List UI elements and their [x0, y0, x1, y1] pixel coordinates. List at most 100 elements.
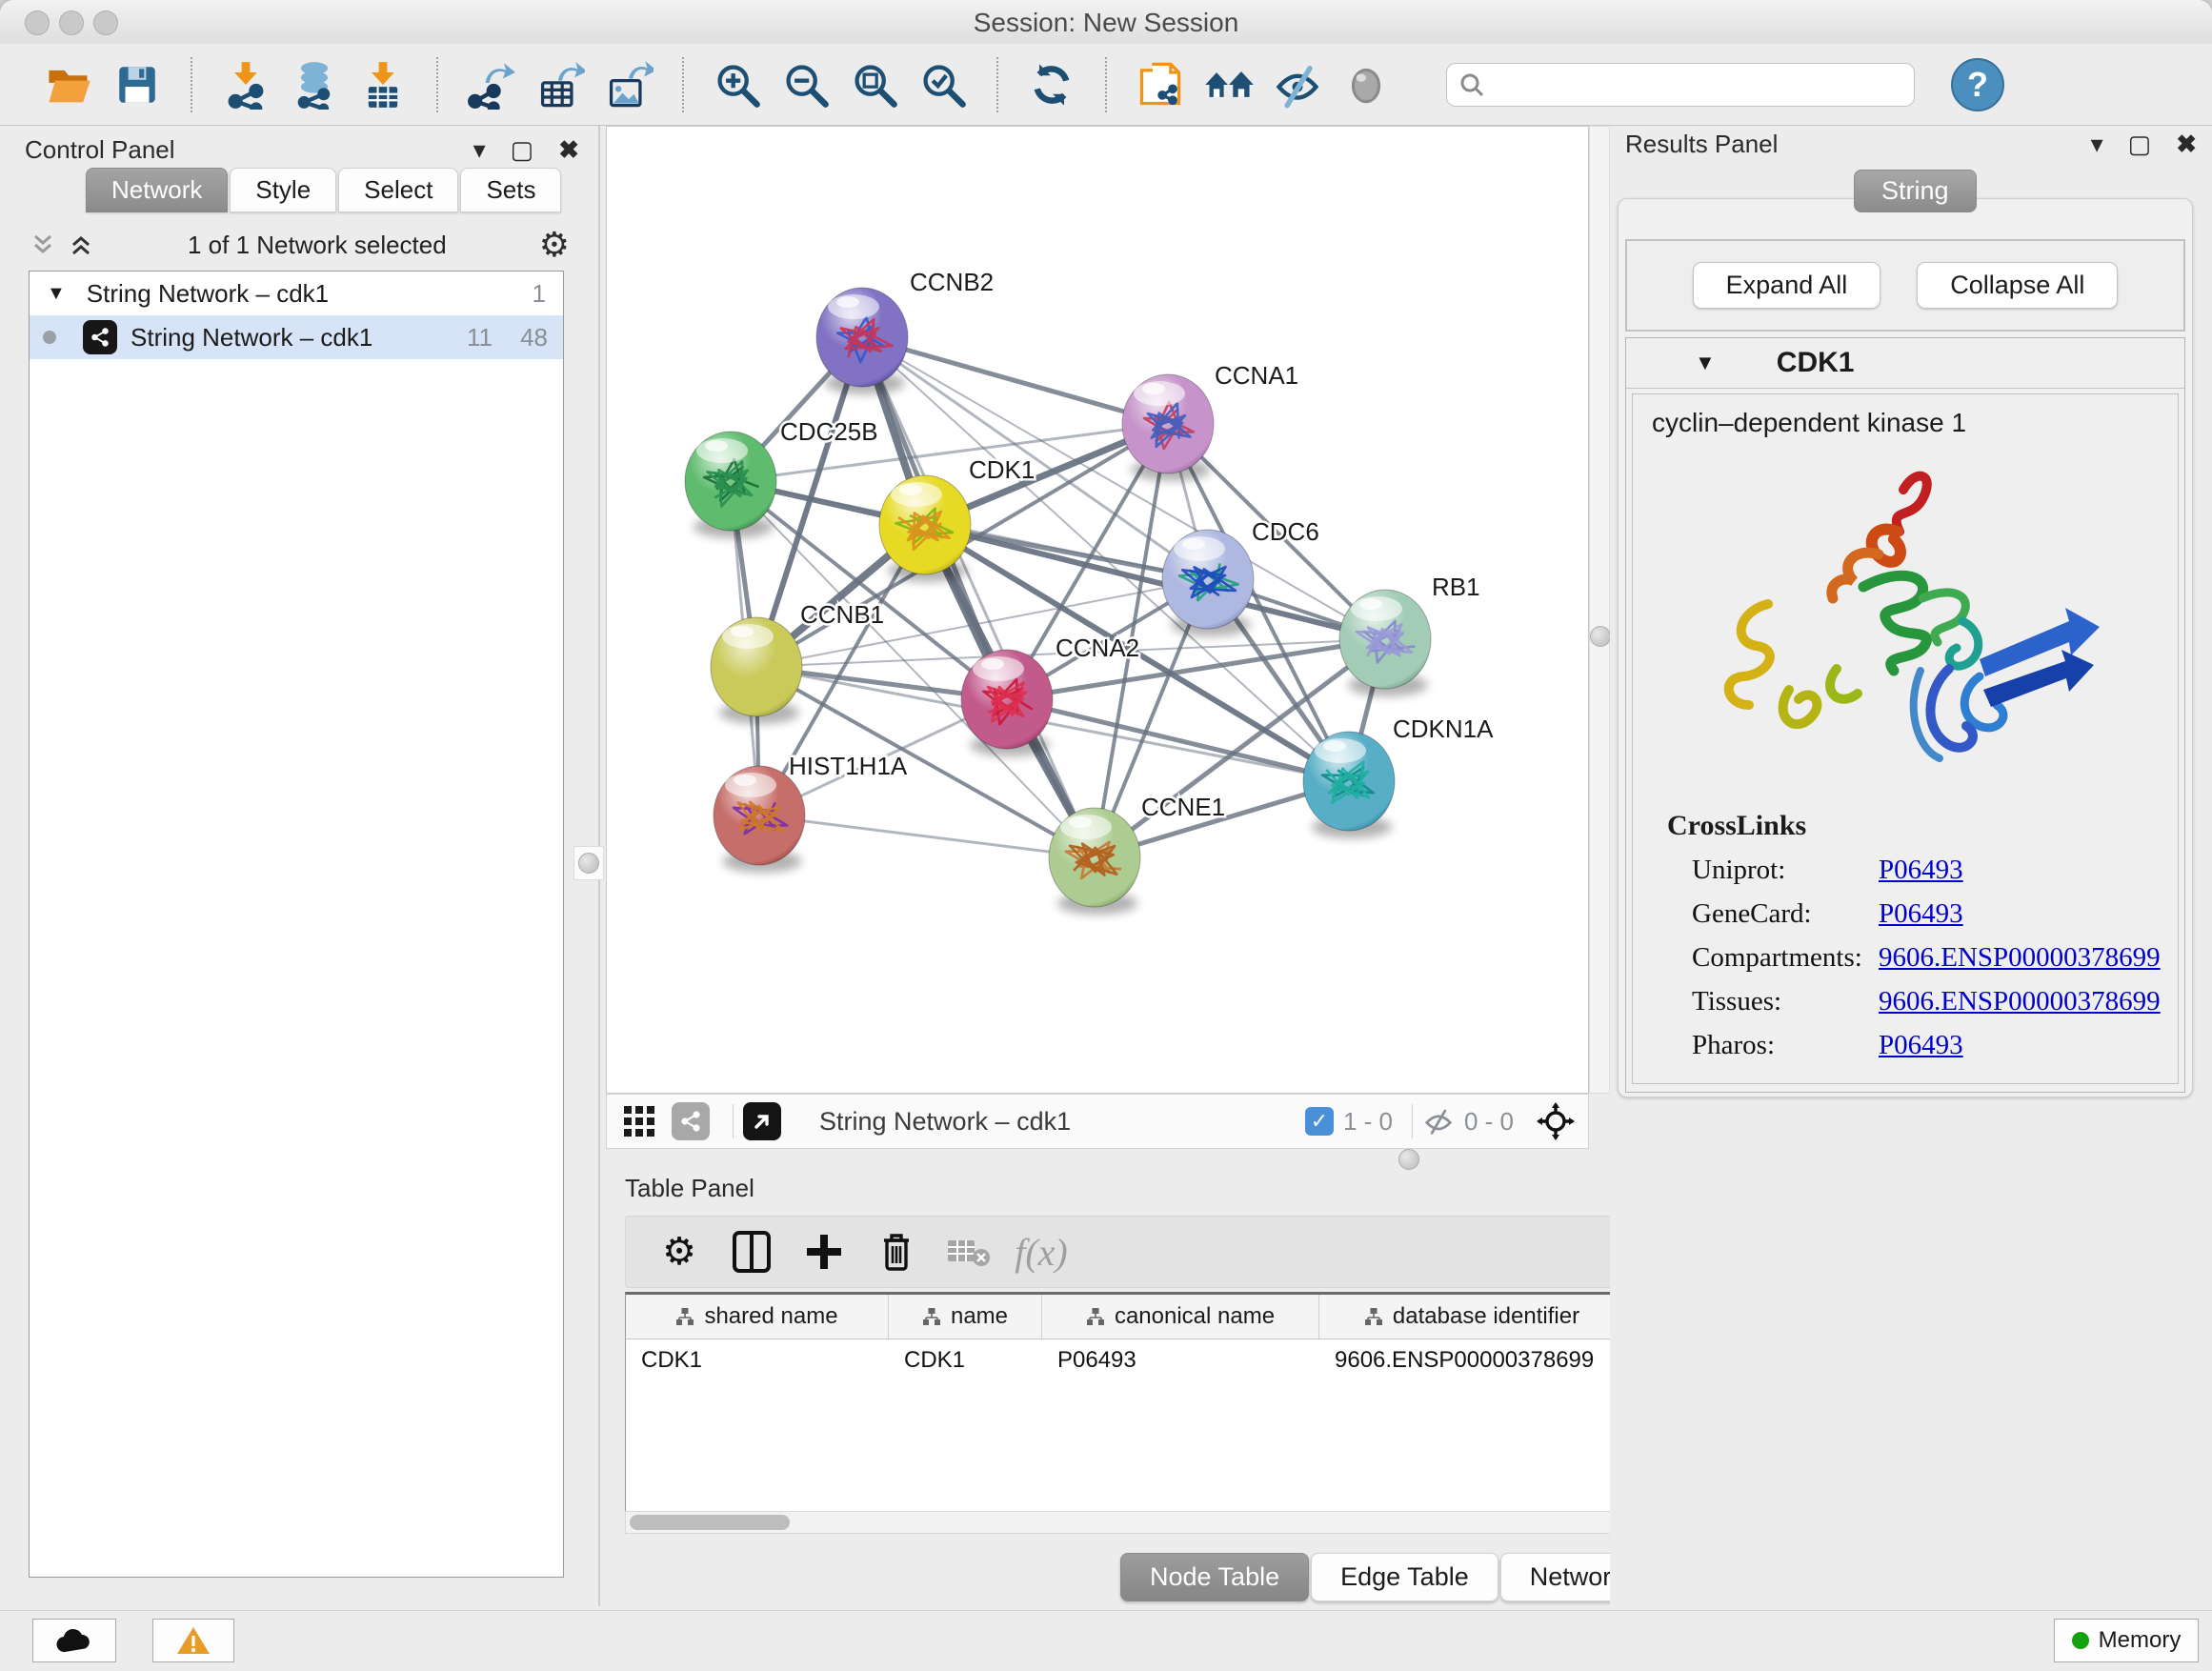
node-label-CCNA1: CCNA1	[1215, 361, 1298, 390]
export-table-icon[interactable]	[532, 56, 589, 113]
node-label-CCNB1: CCNB1	[800, 600, 884, 629]
crosslink-link[interactable]: P06493	[1879, 1030, 1963, 1061]
crosslink-link[interactable]: P06493	[1879, 898, 1963, 930]
network-node-CCNA2[interactable]	[961, 650, 1053, 756]
tab-string-results[interactable]: String	[1854, 170, 1977, 212]
table-cell[interactable]: 9606.ENSP00000378699	[1319, 1339, 1625, 1381]
collapse-all-button[interactable]: Collapse All	[1917, 262, 2118, 309]
tab-select[interactable]: Select	[338, 168, 458, 212]
help-button[interactable]: ?	[1951, 58, 2004, 111]
selected-count: 1 - 0	[1343, 1107, 1393, 1137]
float-panel-icon[interactable]: ▾	[2091, 130, 2103, 159]
crosslink-link[interactable]: 9606.ENSP00000378699	[1879, 986, 2161, 1017]
warnings-button[interactable]	[152, 1619, 234, 1662]
search-input[interactable]	[1485, 65, 1914, 105]
network-view-share-icon[interactable]	[672, 1102, 710, 1140]
control-panel: Control Panel ▾ ▢ ✖ Network Style Select…	[0, 126, 600, 1606]
cytoscape-window: Session: New Session ? Control	[0, 0, 2212, 1671]
crosslink-link[interactable]: P06493	[1879, 855, 1963, 886]
fit-content-crosshair-icon[interactable]	[1537, 1102, 1575, 1140]
maximize-panel-icon[interactable]: ▢	[511, 135, 534, 165]
network-node-CDC6[interactable]	[1162, 530, 1254, 636]
create-column-plus-icon[interactable]	[795, 1225, 853, 1278]
collapse-gene-icon[interactable]: ▼	[1695, 351, 1716, 375]
zoom-out-icon[interactable]	[777, 56, 835, 113]
network-node-CDKN1A[interactable]	[1303, 732, 1395, 838]
network-node-CDC25B[interactable]	[685, 432, 776, 538]
network-node-CCNB2[interactable]	[816, 288, 908, 394]
column-header-shared-name[interactable]: shared name	[626, 1295, 889, 1339]
node-label-HIST1H1A: HIST1H1A	[789, 752, 908, 780]
network-collection-row[interactable]: ▼ String Network – cdk1 1	[30, 272, 563, 315]
tab-node-table[interactable]: Node Table	[1120, 1553, 1309, 1601]
open-session-icon[interactable]	[40, 56, 97, 113]
tab-style[interactable]: Style	[230, 168, 336, 212]
tab-network[interactable]: Network	[86, 168, 228, 212]
zoom-in-icon[interactable]	[709, 56, 766, 113]
status-bar: Memory	[0, 1610, 2212, 1671]
network-node-HIST1H1A[interactable]	[714, 766, 805, 873]
close-panel-icon[interactable]: ✖	[558, 135, 579, 165]
zoom-fit-icon[interactable]	[846, 56, 903, 113]
eye-slash-icon[interactable]	[1269, 56, 1326, 113]
network-node-CCNA1[interactable]	[1122, 374, 1214, 481]
toolbar-separator	[682, 57, 684, 112]
splitter-handle-bottom[interactable]	[1398, 1149, 1419, 1170]
tab-sets[interactable]: Sets	[460, 168, 561, 212]
splitter-bar-right[interactable]	[1589, 126, 1610, 1094]
network-node-CDK1[interactable]	[879, 475, 971, 582]
search-field[interactable]	[1446, 63, 1915, 107]
column-header-canonical-name[interactable]: canonical name	[1042, 1295, 1319, 1339]
save-session-icon[interactable]	[109, 56, 166, 113]
close-panel-icon[interactable]: ✖	[2176, 130, 2197, 159]
delete-column-trash-icon[interactable]	[868, 1225, 925, 1278]
table-cell[interactable]: CDK1	[889, 1339, 1042, 1381]
collapse-all-tree-icon[interactable]	[29, 231, 57, 259]
network-tree: ▼ String Network – cdk1 1 String Network…	[29, 271, 564, 1578]
grid-view-icon[interactable]	[620, 1102, 658, 1140]
scrollbar-thumb[interactable]	[630, 1515, 790, 1530]
show-columns-icon[interactable]	[723, 1225, 780, 1278]
network-edge-HIST1H1A-CCNE1[interactable]	[759, 815, 1095, 857]
network-node-CCNE1[interactable]	[1049, 808, 1140, 915]
network-canvas[interactable]: CCNB2CCNA1CDC25BCDK1CDC6RB1CCNB1CCNA2CDK…	[606, 126, 1589, 1094]
toolbar-separator	[996, 57, 998, 112]
splitter-handle-right[interactable]	[1590, 626, 1611, 647]
clone-network-icon[interactable]	[1132, 56, 1189, 113]
export-image-icon[interactable]	[600, 56, 657, 113]
network-node-CCNB1[interactable]	[711, 617, 802, 724]
export-network-icon[interactable]	[463, 56, 520, 113]
table-cell[interactable]: CDK1	[626, 1339, 889, 1381]
detach-view-icon[interactable]	[743, 1102, 781, 1140]
expand-all-tree-icon[interactable]	[67, 231, 95, 259]
crosslink-label: Uniprot:	[1692, 855, 1879, 886]
splitter-handle-left[interactable]	[573, 846, 604, 880]
network-edge-CCNB2-CCNA1[interactable]	[862, 337, 1168, 424]
import-table-icon[interactable]	[354, 56, 412, 113]
expand-all-button[interactable]: Expand All	[1693, 262, 1881, 309]
memory-button[interactable]: Memory	[2054, 1619, 2199, 1662]
float-panel-icon[interactable]: ▾	[473, 135, 486, 165]
collection-expand-icon[interactable]: ▼	[47, 283, 66, 305]
cloud-button[interactable]	[32, 1619, 116, 1662]
selected-checkbox-icon[interactable]: ✓	[1305, 1107, 1334, 1136]
network-list-options-gear-icon[interactable]: ⚙	[539, 225, 570, 265]
import-network-icon[interactable]	[217, 56, 274, 113]
hidden-eye-slash-icon	[1422, 1107, 1455, 1136]
network-node-RB1[interactable]	[1339, 590, 1431, 696]
import-database-icon[interactable]	[286, 56, 343, 113]
homes-icon[interactable]	[1200, 56, 1257, 113]
refresh-icon[interactable]	[1023, 56, 1080, 113]
zoom-selected-icon[interactable]	[915, 56, 972, 113]
column-header-name[interactable]: name	[889, 1295, 1042, 1339]
gene-card-header[interactable]: ▼ CDK1	[1626, 338, 2184, 389]
maximize-panel-icon[interactable]: ▢	[2128, 130, 2152, 159]
eye-disabled-icon	[1337, 56, 1395, 113]
warning-icon	[176, 1625, 211, 1656]
crosslink-link[interactable]: 9606.ENSP00000378699	[1879, 942, 2161, 974]
network-row-selected[interactable]: String Network – cdk1 11 48	[30, 315, 563, 359]
tab-edge-table[interactable]: Edge Table	[1311, 1553, 1498, 1601]
column-header-database-identifier[interactable]: database identifier	[1319, 1295, 1625, 1339]
table-options-gear-icon[interactable]: ⚙	[651, 1225, 708, 1278]
table-cell[interactable]: P06493	[1042, 1339, 1319, 1381]
